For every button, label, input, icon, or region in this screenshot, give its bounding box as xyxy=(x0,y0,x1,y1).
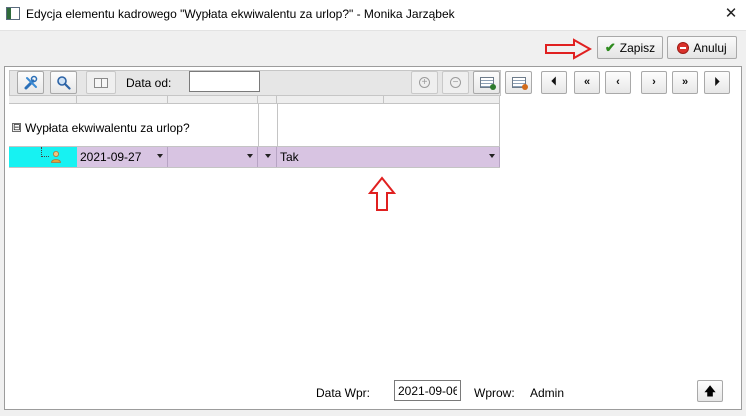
prev-icon: ‹ xyxy=(616,76,620,88)
tools-icon xyxy=(24,75,37,89)
nav-page-next-button[interactable]: » xyxy=(672,71,698,94)
remove-row-button[interactable]: − xyxy=(442,71,469,94)
dropdown-arrow-icon[interactable] xyxy=(157,154,163,158)
row-separator xyxy=(9,167,500,168)
narrow-cell[interactable] xyxy=(258,147,277,167)
value-cell[interactable]: Tak xyxy=(277,147,500,167)
first-icon: ⏴ xyxy=(551,76,557,88)
annotation-arrow-up-icon xyxy=(368,176,396,211)
title-separator xyxy=(0,30,746,31)
calendar-button[interactable] xyxy=(86,71,116,94)
tools-button[interactable] xyxy=(17,71,44,94)
close-icon[interactable]: ✕ xyxy=(719,3,743,25)
window-title: Edycja elementu kadrowego "Wypłata ekwiw… xyxy=(26,7,455,21)
column-header[interactable] xyxy=(9,96,77,104)
dropdown-arrow-icon[interactable] xyxy=(247,154,253,158)
annotation-arrow-right-icon xyxy=(545,38,592,60)
row-value: Tak xyxy=(280,150,299,164)
entry-date-field[interactable] xyxy=(394,380,461,401)
nav-prev-button[interactable]: ‹ xyxy=(605,71,631,94)
empty-cell[interactable] xyxy=(168,147,258,167)
date-from-input[interactable] xyxy=(189,71,260,92)
next-icon: › xyxy=(652,76,656,88)
entry-date-label: Data Wpr: xyxy=(316,386,371,400)
last-icon: ⏵ xyxy=(714,76,720,88)
cancel-icon xyxy=(677,41,690,54)
search-icon xyxy=(57,76,71,90)
person-icon xyxy=(51,151,61,163)
date-cell[interactable]: 2021-09-27 xyxy=(77,147,168,167)
arrow-up-icon: 🡅 xyxy=(703,384,717,398)
add-circle-icon: + xyxy=(419,77,430,88)
column-header[interactable] xyxy=(77,96,168,104)
column-header[interactable] xyxy=(168,96,258,104)
cancel-button[interactable]: Anuluj xyxy=(667,36,737,59)
add-row-button[interactable]: + xyxy=(411,71,438,94)
export-button[interactable] xyxy=(473,71,500,94)
entered-by-label: Wprow: xyxy=(474,386,515,400)
row-date: 2021-09-27 xyxy=(80,150,142,164)
column-header[interactable] xyxy=(384,96,500,104)
remove-circle-icon: − xyxy=(450,77,461,88)
column-header[interactable] xyxy=(258,96,277,104)
app-icon xyxy=(6,7,20,20)
entered-by-value: Admin xyxy=(530,386,565,400)
search-button[interactable] xyxy=(50,71,77,94)
dropdown-arrow-icon[interactable] xyxy=(489,154,495,158)
group-label: Wypłata ekwiwalentu za urlop? xyxy=(25,121,190,135)
export-grid-icon xyxy=(479,77,496,90)
column-header[interactable] xyxy=(277,96,384,104)
calendar-icon xyxy=(94,77,108,88)
nav-page-prev-button[interactable]: « xyxy=(574,71,600,94)
check-icon: ✔ xyxy=(604,40,616,55)
save-button[interactable]: ✔ Zapisz xyxy=(597,36,663,59)
dropdown-arrow-icon[interactable] xyxy=(265,154,271,158)
cancel-button-label: Anuluj xyxy=(693,40,727,55)
page-prev-icon: « xyxy=(583,76,591,88)
import-button[interactable] xyxy=(505,71,532,94)
import-grid-icon xyxy=(511,77,528,90)
date-from-label: Data od: xyxy=(126,76,172,90)
nav-last-button[interactable]: ⏵ xyxy=(704,71,730,94)
group-collapse-icon[interactable]: ⊟ xyxy=(12,123,21,132)
nav-next-button[interactable]: › xyxy=(641,71,667,94)
page-next-icon: » xyxy=(681,76,689,88)
save-button-label: Zapisz xyxy=(619,40,656,55)
nav-first-button[interactable]: ⏴ xyxy=(541,71,567,94)
scroll-top-button[interactable]: 🡅 xyxy=(697,380,723,402)
tree-connector xyxy=(41,147,49,157)
